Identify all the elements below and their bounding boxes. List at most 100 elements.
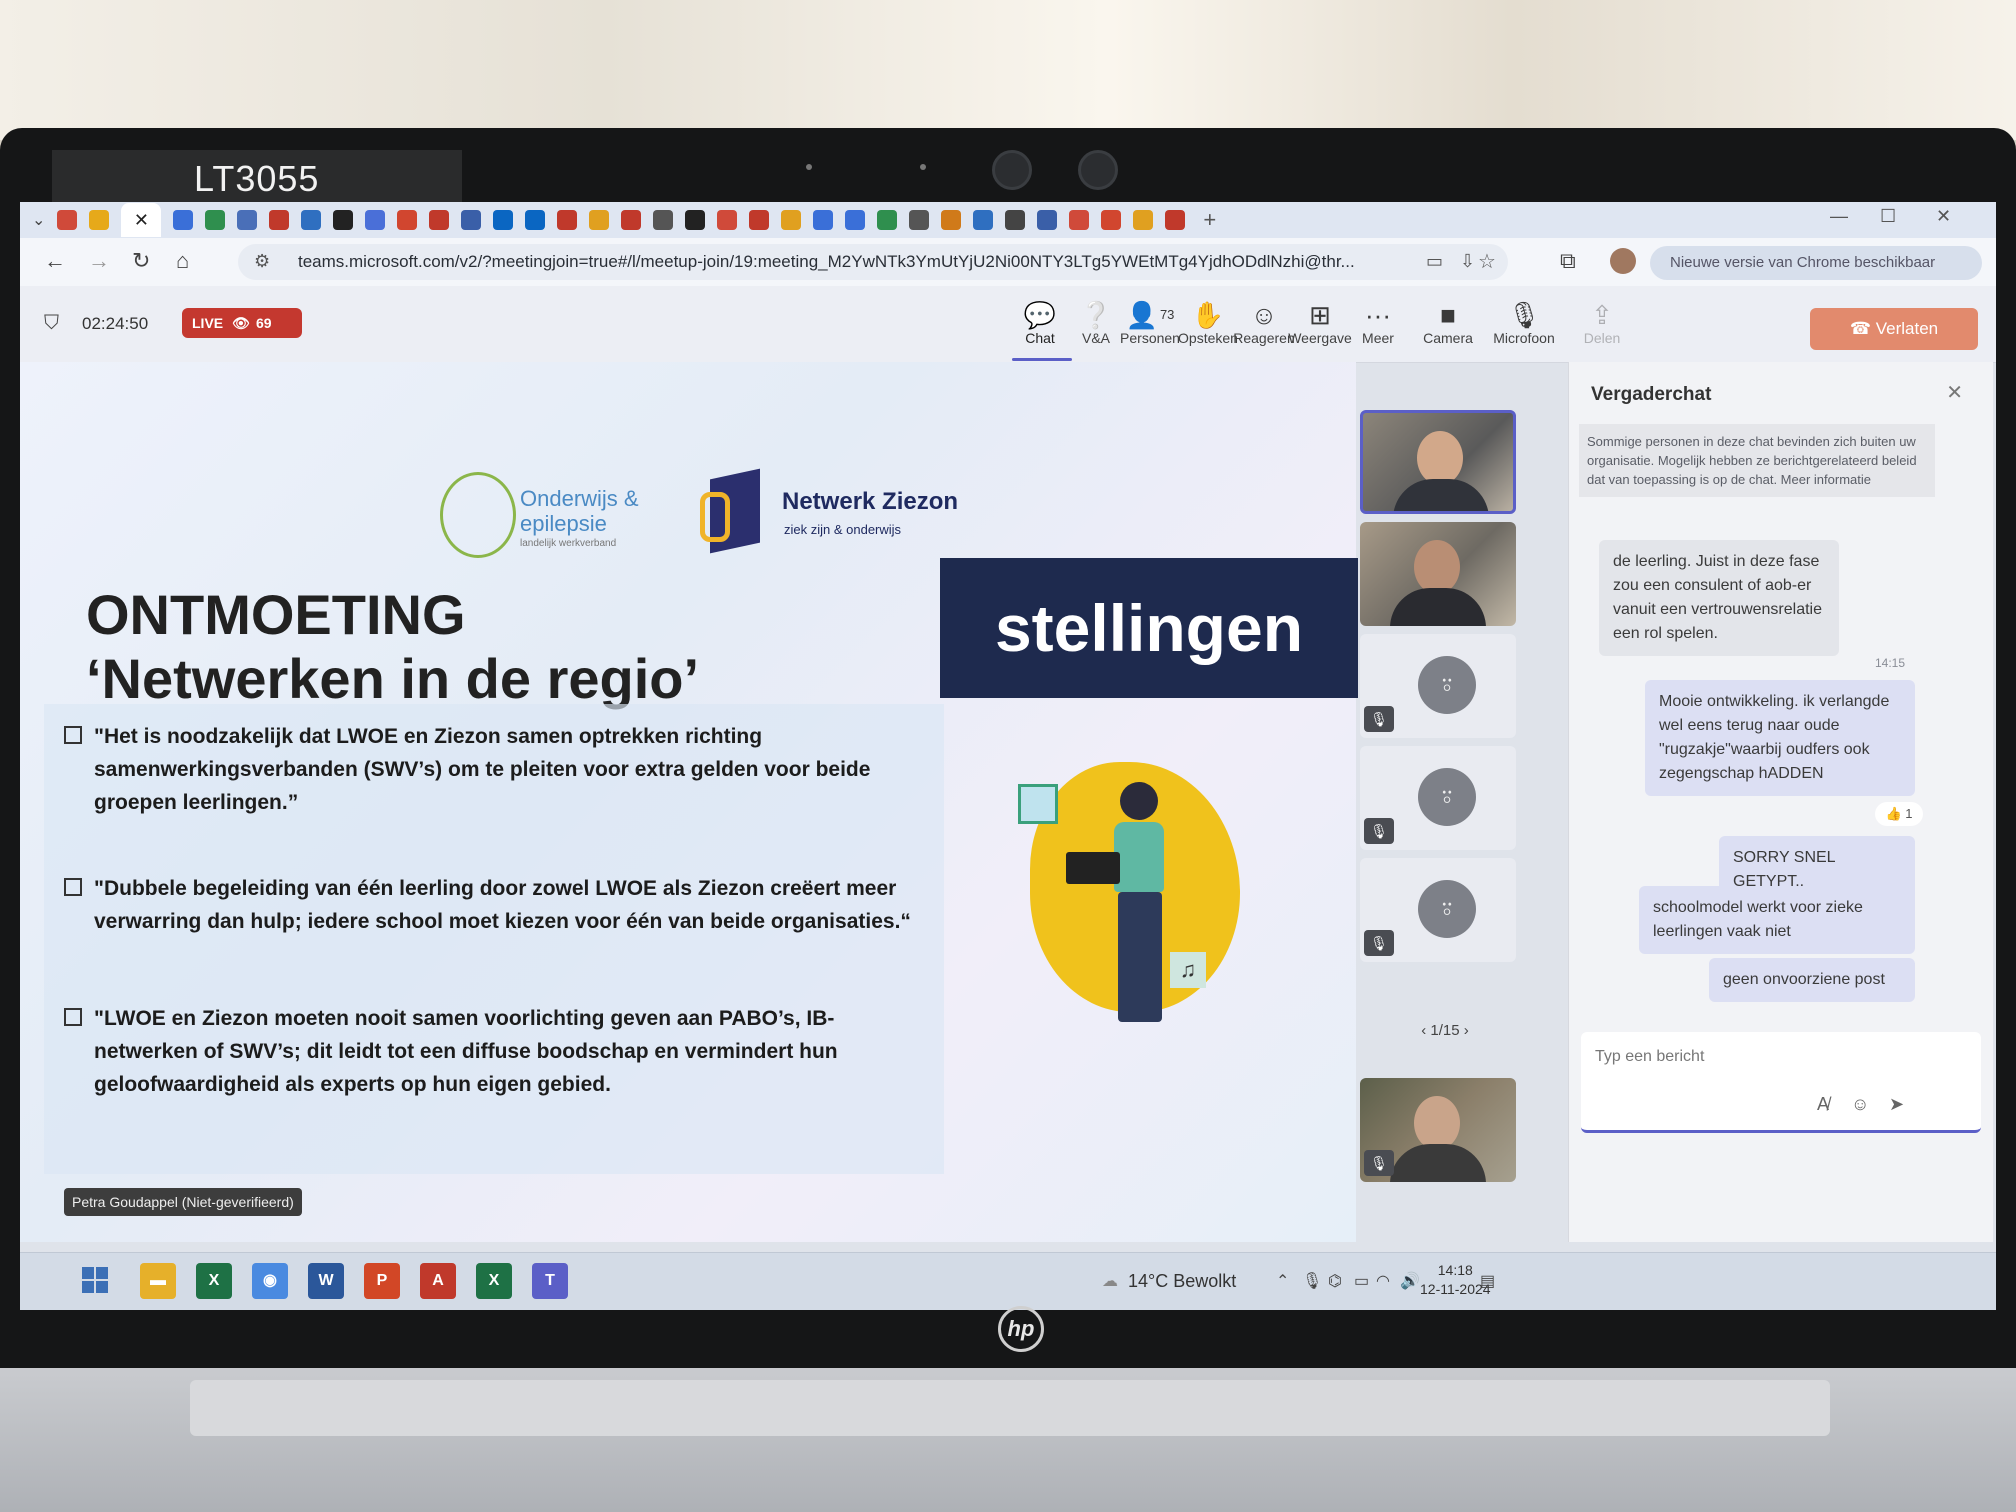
maximize-icon[interactable]: ☐ xyxy=(1880,206,1896,227)
tab-favicon[interactable] xyxy=(749,210,770,230)
tab-favicon[interactable] xyxy=(269,210,290,230)
message-input[interactable]: Typ een bericht xyxy=(1595,1048,1704,1066)
participant-video-tile[interactable] xyxy=(1360,410,1516,514)
tab-favicon[interactable] xyxy=(173,210,194,230)
cast-icon[interactable]: ▭ xyxy=(1426,251,1443,272)
notifications-icon[interactable]: ▤ xyxy=(1480,1271,1495,1291)
tab-favicon[interactable] xyxy=(941,210,962,230)
participant-avatar-tile[interactable]: ⍤ 🎙 xyxy=(1360,858,1516,962)
tab-favicon[interactable] xyxy=(461,210,482,230)
toolbar-button-people[interactable]: 👤 73 Personen xyxy=(1118,300,1182,346)
toolbar-button-microphone[interactable]: 🎙 Microfoon xyxy=(1492,300,1556,346)
tab-favicon[interactable] xyxy=(493,210,514,230)
tab-favicon[interactable] xyxy=(1069,210,1090,230)
toolbar-button-share[interactable]: ⇪ Delen xyxy=(1570,300,1634,346)
pdf-icon[interactable]: A xyxy=(420,1263,456,1299)
back-icon[interactable]: ← xyxy=(44,248,66,274)
slide-subtitle: ‘Netwerken in de regio’ xyxy=(86,647,700,710)
participant-video-tile[interactable] xyxy=(1360,522,1516,626)
toolbar-button-view[interactable]: ⊞ Weergave xyxy=(1288,300,1352,346)
volume-icon[interactable]: 🔊 xyxy=(1400,1271,1420,1291)
tab-favicon[interactable] xyxy=(1133,210,1154,230)
tab-favicon[interactable] xyxy=(301,210,322,230)
format-icon[interactable]: A̸ xyxy=(1817,1094,1829,1115)
bookmark-star-icon[interactable]: ☆ xyxy=(1478,249,1496,274)
tab-favicon[interactable] xyxy=(1101,210,1122,230)
participant-avatar-tile[interactable]: ⍤ 🎙 xyxy=(1360,634,1516,738)
teams-icon[interactable]: T xyxy=(532,1263,568,1299)
chevron-left-icon[interactable]: ‹ xyxy=(1421,1022,1430,1039)
meeting-timer: 02:24:50 xyxy=(82,314,149,333)
address-bar[interactable]: ⚙ teams.microsoft.com/v2/?meetingjoin=tr… xyxy=(238,244,1508,280)
profile-avatar[interactable] xyxy=(1610,248,1636,274)
tab-favicon[interactable] xyxy=(397,210,418,230)
like-reaction[interactable]: 👍 1 xyxy=(1875,802,1923,826)
tab-favicon[interactable] xyxy=(717,210,738,230)
tab-favicon[interactable] xyxy=(1037,210,1058,230)
site-info-icon[interactable]: ⚙ xyxy=(254,251,270,272)
tab-favicon[interactable] xyxy=(89,210,110,230)
toolbar-button-react[interactable]: ☺ Reageren xyxy=(1232,300,1296,346)
toolbar-button-chat[interactable]: 💬 Chat xyxy=(1008,300,1072,346)
microphone-tray-icon[interactable]: 🎙 xyxy=(1302,1271,1322,1291)
message-composer[interactable]: Typ een bericht A̸ ☺ ➤ xyxy=(1581,1032,1981,1133)
toolbar-button-camera[interactable]: ■ Camera xyxy=(1416,300,1480,346)
reload-icon[interactable]: ↻ xyxy=(132,248,150,274)
network-icon[interactable]: ⌬ xyxy=(1328,1271,1342,1291)
url-text[interactable]: teams.microsoft.com/v2/?meetingjoin=true… xyxy=(298,252,1355,272)
checkbox-icon xyxy=(64,1008,82,1026)
leave-button[interactable]: ☎ Verlaten xyxy=(1810,308,1978,350)
chrome-update-button[interactable]: Nieuwe versie van Chrome beschikbaar xyxy=(1650,246,1982,280)
tab-favicon[interactable] xyxy=(333,210,354,230)
emoji-icon[interactable]: ☺ xyxy=(1851,1094,1869,1115)
tab-favicon[interactable] xyxy=(973,210,994,230)
tab-favicon[interactable] xyxy=(813,210,834,230)
chrome-icon[interactable]: ◉ xyxy=(252,1263,288,1299)
close-icon[interactable]: ✕ xyxy=(1946,380,1963,405)
tab-favicon[interactable] xyxy=(589,210,610,230)
laptop-icon xyxy=(1066,852,1120,884)
home-icon[interactable]: ⌂ xyxy=(176,248,189,274)
install-icon[interactable]: ⇩ xyxy=(1460,251,1475,272)
powerpoint-icon[interactable]: P xyxy=(364,1263,400,1299)
close-window-icon[interactable]: ✕ xyxy=(1936,206,1951,227)
tab-search-icon[interactable]: ⌄ xyxy=(32,210,45,230)
weather-widget[interactable]: 14°C Bewolkt xyxy=(1128,1271,1236,1292)
tab-favicon[interactable] xyxy=(909,210,930,230)
tab-favicon[interactable] xyxy=(57,210,78,230)
excel-icon[interactable]: X xyxy=(196,1263,232,1299)
send-icon[interactable]: ➤ xyxy=(1889,1094,1904,1115)
tab-favicon[interactable] xyxy=(877,210,898,230)
extensions-icon[interactable]: ⧉ xyxy=(1560,248,1576,274)
tab-favicon[interactable] xyxy=(1165,210,1186,230)
windows-start-icon[interactable] xyxy=(82,1267,108,1293)
forward-icon[interactable]: → xyxy=(88,248,110,274)
tab-favicon[interactable] xyxy=(365,210,386,230)
tab-favicon[interactable] xyxy=(685,210,706,230)
participant-video-tile[interactable]: 🎙 xyxy=(1360,1078,1516,1182)
battery-icon[interactable]: ▭ xyxy=(1354,1271,1369,1291)
tab-favicon[interactable] xyxy=(781,210,802,230)
new-tab-icon[interactable]: + xyxy=(1203,207,1216,233)
tab-favicon[interactable] xyxy=(1005,210,1026,230)
tab-favicon[interactable] xyxy=(237,210,258,230)
tab-favicon[interactable] xyxy=(653,210,674,230)
chevron-up-icon[interactable]: ⌃ xyxy=(1276,1271,1289,1291)
tab-favicon[interactable] xyxy=(557,210,578,230)
excel-icon[interactable]: X xyxy=(476,1263,512,1299)
tab-favicon[interactable] xyxy=(205,210,226,230)
tab-favicon[interactable] xyxy=(845,210,866,230)
chevron-right-icon[interactable]: › xyxy=(1460,1022,1469,1039)
statement-1-text: "Het is noodzakelijk dat LWOE en Ziezon … xyxy=(94,725,871,814)
tab-favicon[interactable] xyxy=(525,210,546,230)
tab-favicon[interactable] xyxy=(429,210,450,230)
minimize-icon[interactable]: — xyxy=(1830,206,1848,227)
participant-avatar-tile[interactable]: ⍤ 🎙 xyxy=(1360,746,1516,850)
wifi-icon[interactable]: ◠ xyxy=(1376,1271,1390,1291)
toolbar-button-raise-hand[interactable]: ✋ Opsteken xyxy=(1176,300,1240,346)
tab-favicon[interactable] xyxy=(621,210,642,230)
file-explorer-icon[interactable]: ▬ xyxy=(140,1263,176,1299)
toolbar-button-more[interactable]: ··· Meer xyxy=(1346,300,1410,346)
active-tab-close-icon[interactable]: ✕ xyxy=(121,203,162,237)
word-icon[interactable]: W xyxy=(308,1263,344,1299)
